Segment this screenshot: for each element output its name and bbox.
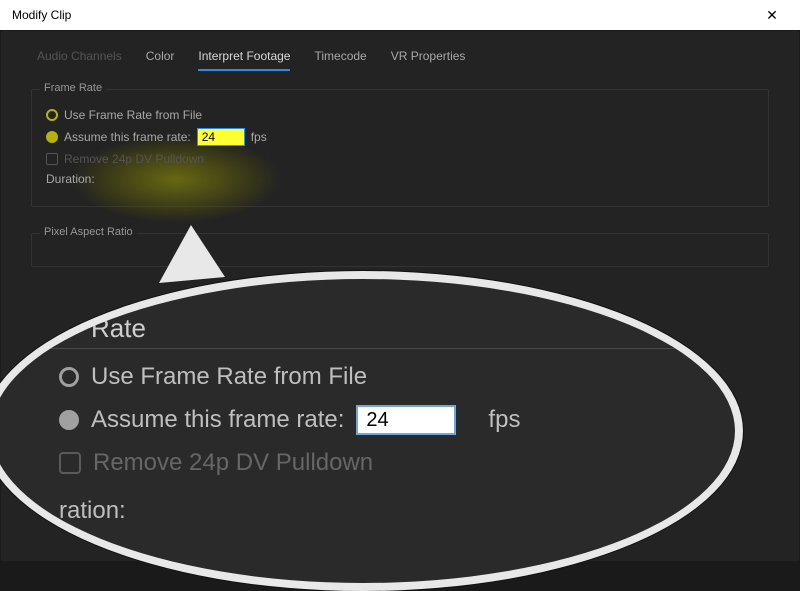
callout-assume-label: Assume this frame rate: <box>91 406 344 434</box>
duration-row: Duration: <box>46 172 754 186</box>
remove-pulldown-label: Remove 24p DV Pulldown <box>64 152 204 166</box>
pixel-aspect-title: Pixel Aspect Ratio <box>40 226 137 238</box>
tab-interpret-footage[interactable]: Interpret Footage <box>198 49 290 71</box>
tab-vr-properties[interactable]: VR Properties <box>391 49 466 71</box>
close-button[interactable]: ✕ <box>752 0 792 30</box>
callout-remove-pulldown-row: Remove 24p DV Pulldown <box>59 449 675 477</box>
fps-input[interactable] <box>197 128 245 146</box>
callout-fps-input[interactable] <box>356 405 456 435</box>
callout-checkbox-pulldown <box>59 452 81 474</box>
assume-frame-rate-row[interactable]: Assume this frame rate: fps <box>46 128 754 146</box>
tab-color[interactable]: Color <box>146 49 175 71</box>
tab-timecode[interactable]: Timecode <box>314 49 366 71</box>
close-icon: ✕ <box>766 7 778 24</box>
fps-unit: fps <box>251 130 267 144</box>
tab-audio-channels: Audio Channels <box>37 49 122 71</box>
pixel-aspect-group: Pixel Aspect Ratio <box>31 233 769 267</box>
callout-use-from-file-row[interactable]: Use Frame Rate from File <box>59 363 675 391</box>
callout-radio-assume[interactable] <box>59 410 79 430</box>
use-from-file-label: Use Frame Rate from File <box>64 108 202 122</box>
duration-label: Duration: <box>46 172 95 186</box>
frame-rate-group: Frame Rate Use Frame Rate from File Assu… <box>31 89 769 207</box>
frame-rate-title: Frame Rate <box>40 82 106 94</box>
callout-ellipse: Rate Use Frame Rate from File Assume thi… <box>0 271 743 591</box>
callout-assume-row[interactable]: Assume this frame rate: fps <box>59 405 675 435</box>
radio-assume-rate[interactable] <box>46 131 58 143</box>
use-frame-rate-row[interactable]: Use Frame Rate from File <box>46 108 754 122</box>
title-bar: Modify Clip ✕ <box>0 0 800 30</box>
callout-magnifier: Rate Use Frame Rate from File Assume thi… <box>0 271 743 591</box>
radio-use-from-file[interactable] <box>46 109 58 121</box>
callout-remove-pulldown-label: Remove 24p DV Pulldown <box>93 449 373 477</box>
window-title: Modify Clip <box>12 8 71 22</box>
remove-pulldown-row: Remove 24p DV Pulldown <box>46 152 754 166</box>
callout-use-from-file-label: Use Frame Rate from File <box>91 363 367 391</box>
checkbox-remove-pulldown <box>46 153 58 165</box>
callout-duration-label: ration: <box>59 497 675 525</box>
callout-pointer-icon <box>159 225 239 285</box>
assume-label: Assume this frame rate: <box>64 130 191 144</box>
callout-content: Rate Use Frame Rate from File Assume thi… <box>0 279 735 583</box>
callout-header: Rate <box>91 313 675 344</box>
dialog-body: Audio Channels Color Interpret Footage T… <box>0 30 800 562</box>
callout-divider <box>51 348 675 349</box>
callout-radio-use-from-file[interactable] <box>59 367 79 387</box>
callout-fps-unit: fps <box>488 406 520 434</box>
tab-bar: Audio Channels Color Interpret Footage T… <box>1 31 799 71</box>
